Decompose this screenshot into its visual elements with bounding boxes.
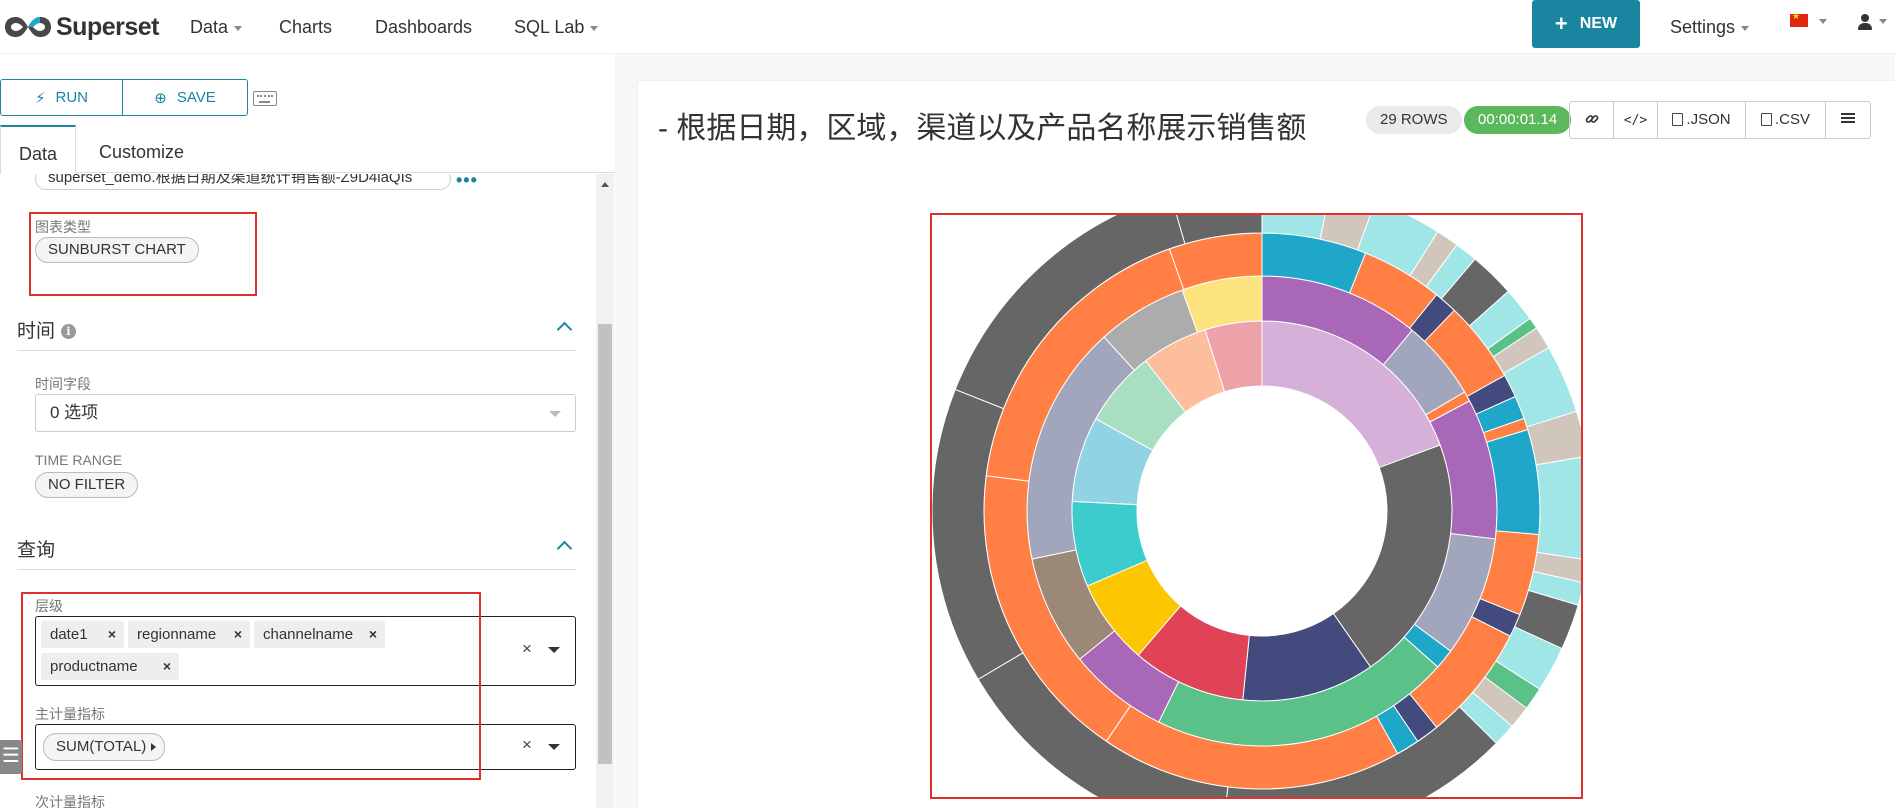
superset-logo-icon [5, 17, 51, 37]
plus-circle-icon: ⊕ [154, 89, 167, 107]
highlight-box [21, 592, 481, 780]
nav-charts-label: Charts [279, 17, 333, 37]
china-flag-icon[interactable] [1790, 11, 1808, 27]
export-csv-button[interactable]: .CSV [1746, 102, 1826, 138]
time-range-label: TIME RANGE [35, 452, 123, 468]
chevron-down-icon [549, 411, 561, 417]
time-section-title[interactable]: 时间 i [17, 316, 77, 343]
info-icon[interactable]: i [61, 324, 77, 339]
divider [17, 569, 576, 570]
tab-customize[interactable]: Customize [99, 125, 184, 173]
embed-code-button[interactable]: </> [1614, 102, 1658, 138]
chevron-down-icon [234, 25, 243, 31]
sunburst-svg [932, 215, 1581, 797]
settings-menu[interactable]: Settings [1670, 13, 1750, 41]
highlight-box [29, 212, 257, 296]
chevron-up-icon[interactable] [556, 321, 573, 338]
nav-sqllab-menu[interactable]: SQL Lab [514, 13, 599, 41]
clear-icon[interactable]: × [522, 639, 532, 659]
nav-data-menu[interactable]: Data [190, 13, 243, 41]
run-button[interactable]: ⚡ RUN [1, 80, 123, 115]
settings-label: Settings [1670, 17, 1736, 37]
chevron-down-icon [590, 25, 599, 31]
menu-handle-icon[interactable]: ☰ [0, 740, 22, 774]
nav-data-label: Data [190, 17, 229, 37]
divider [17, 350, 576, 351]
nav-dashboards-label: Dashboards [375, 17, 473, 37]
tab-data[interactable]: Data [0, 125, 76, 174]
brand-logo[interactable]: Superset [2, 8, 159, 46]
chart-actions: </> .JSON .CSV [1569, 101, 1871, 139]
keyboard-icon[interactable] [253, 91, 277, 106]
clear-icon[interactable]: × [522, 735, 532, 755]
brand-name: Superset [56, 12, 159, 41]
panel-tabs: Data Customize [0, 125, 615, 174]
user-icon[interactable] [1858, 12, 1872, 32]
menu-icon [1841, 113, 1855, 123]
chevron-down-icon[interactable] [548, 744, 560, 750]
export-json-label: .JSON [1686, 111, 1731, 128]
secondary-metric-label: 次计量指标 [35, 794, 105, 808]
time-column-select[interactable]: 0 选项 [35, 394, 576, 432]
new-button[interactable]: + NEW [1532, 0, 1640, 48]
time-range-pill[interactable]: NO FILTER [35, 472, 139, 498]
control-panel: ⚡ RUN ⊕ SAVE Data Customize superset_demo.… [0, 54, 615, 808]
panel-scrollbar[interactable] [596, 174, 614, 808]
datasource-pill[interactable]: superset_demo.根据日期及渠道统计销售额-Z9D4laQIs [35, 174, 451, 190]
row-count-badge: 29 ROWS [1366, 106, 1462, 134]
export-csv-label: .CSV [1774, 111, 1810, 128]
new-button-label: NEW [1579, 15, 1618, 32]
query-time-badge: 00:00:01.14 [1464, 106, 1572, 134]
scroll-up-icon[interactable] [601, 182, 609, 187]
chevron-up-icon[interactable] [556, 540, 573, 557]
top-navbar: Superset Data Charts Dashboards SQL Lab … [0, 0, 1895, 54]
code-icon: </> [1623, 113, 1648, 128]
nav-charts[interactable]: Charts [279, 13, 332, 41]
bolt-icon: ⚡ [34, 89, 46, 107]
file-icon [1760, 113, 1772, 126]
link-button[interactable] [1570, 102, 1614, 138]
more-options-icon[interactable]: ••• [456, 174, 478, 191]
chevron-down-icon [1741, 25, 1750, 31]
chevron-down-icon[interactable] [1819, 19, 1827, 24]
controls-scroll-area: superset_demo.根据日期及渠道统计销售额-Z9D4laQIs •••… [0, 174, 595, 808]
chevron-down-icon[interactable] [1879, 19, 1887, 24]
more-menu-button[interactable] [1826, 102, 1870, 138]
sunburst-chart [930, 213, 1583, 799]
run-button-label: RUN [55, 89, 89, 106]
scrollbar-thumb[interactable] [598, 324, 612, 764]
plus-icon: + [1554, 11, 1568, 36]
export-json-button[interactable]: .JSON [1658, 102, 1746, 138]
file-icon [1672, 113, 1684, 126]
time-column-value: 0 选项 [50, 403, 99, 422]
nav-sqllab-label: SQL Lab [514, 17, 585, 37]
run-save-group: ⚡ RUN ⊕ SAVE [0, 79, 248, 116]
sunburst-arc-ring3-seg11[interactable] [1535, 456, 1581, 560]
nav-dashboards[interactable]: Dashboards [375, 13, 472, 41]
save-button[interactable]: ⊕ SAVE [123, 80, 247, 115]
query-section-title[interactable]: 查询 [17, 535, 55, 562]
chevron-down-icon[interactable] [548, 647, 560, 653]
time-section-title-text: 时间 [17, 321, 56, 342]
chart-title[interactable]: - 根据日期，区域，渠道以及产品名称展示销售额 [658, 103, 1306, 147]
link-icon [1585, 115, 1598, 123]
save-button-label: SAVE [176, 89, 216, 106]
time-column-label: 时间字段 [35, 376, 91, 392]
